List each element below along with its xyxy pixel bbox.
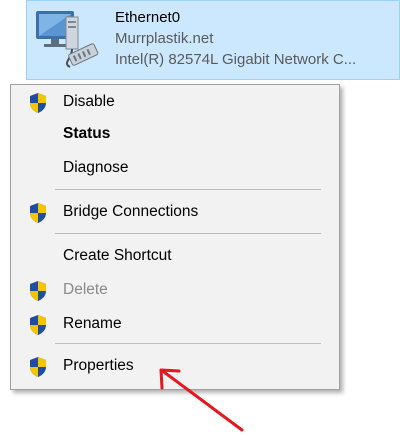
menu-item-delete: Delete [11,275,339,305]
menu-item-rename[interactable]: Rename [11,309,339,339]
adapter-name: Ethernet0 [115,9,181,26]
adapter-network: Murrplastik.net [115,30,214,47]
network-adapter-ethernet0[interactable]: Ethernet0 Murrplastik.net Intel(R) 82574… [26,0,400,80]
uac-shield-icon [30,203,46,223]
menu-item-status[interactable]: Status [11,119,339,149]
menu-separator [55,189,321,190]
menu-item-diagnose[interactable]: Diagnose [11,153,339,183]
menu-item-create-shortcut[interactable]: Create Shortcut [11,241,339,271]
menu-item-label: Properties [63,357,134,374]
red-arrow-icon [159,368,244,432]
uac-shield-icon [30,281,46,301]
uac-shield-icon [30,93,46,113]
menu-item-bridge-connections[interactable]: Bridge Connections [11,197,339,227]
context-menu: Disable Status Diagnose Bridge Connectio… [10,84,340,390]
menu-item-label: Bridge Connections [63,203,199,220]
menu-item-label: Status [63,125,111,142]
uac-shield-icon [30,315,46,335]
menu-separator [55,233,321,234]
menu-separator [55,343,321,344]
menu-item-label: Disable [63,93,115,110]
desktop-area: Ethernet0 Murrplastik.net Intel(R) 82574… [0,0,400,435]
adapter-device: Intel(R) 82574L Gigabit Network C... [115,51,357,68]
menu-item-label: Delete [63,281,108,298]
menu-item-label: Diagnose [63,159,129,176]
menu-item-label: Rename [63,315,122,332]
network-adapter-icon [36,11,99,68]
menu-item-disable[interactable]: Disable [11,87,339,117]
uac-shield-icon [30,357,46,377]
menu-item-label: Create Shortcut [63,247,172,264]
